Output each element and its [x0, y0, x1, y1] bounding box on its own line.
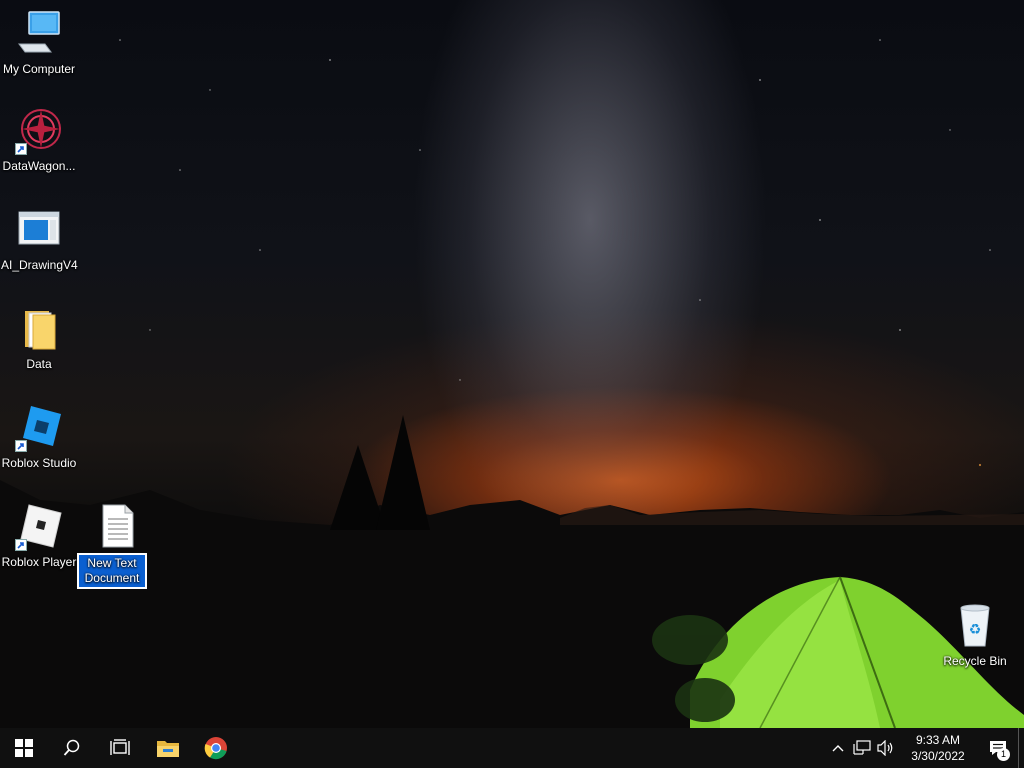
desktop-icon-ai-drawing[interactable]: AI_DrawingV4	[1, 206, 78, 273]
show-desktop-button[interactable]	[1018, 728, 1024, 768]
task-view-button[interactable]	[96, 728, 144, 768]
icon-label: Data	[26, 357, 52, 371]
desktop[interactable]: My Computer DataWagon... AI_DrawingV4 Da…	[0, 0, 1024, 728]
chrome-button[interactable]	[192, 728, 240, 768]
mountains-far	[560, 505, 1024, 525]
svg-text:♻: ♻	[969, 622, 982, 638]
icon-label: AI_DrawingV4	[1, 258, 78, 272]
desktop-icon-roblox-studio[interactable]: Roblox Studio	[1, 404, 77, 471]
shortcut-arrow-icon	[15, 143, 27, 155]
icon-label: Roblox Studio	[1, 456, 77, 470]
desktop-icon-my-computer[interactable]: My Computer	[1, 10, 77, 77]
file-explorer-button[interactable]	[144, 728, 192, 768]
speaker-icon	[877, 740, 893, 756]
icon-label: Roblox Player	[1, 555, 77, 569]
desktop-icon-datawagon[interactable]: DataWagon...	[1, 107, 77, 174]
stars	[119, 39, 991, 467]
application-window-icon	[15, 206, 63, 254]
computer-icon	[15, 10, 63, 58]
folder-icon	[15, 305, 63, 353]
text-document-icon	[93, 503, 141, 551]
desktop-icon-data-folder[interactable]: Data	[1, 305, 77, 372]
recycle-bin-icon: ♻	[951, 602, 999, 650]
clock-time: 9:33 AM	[915, 733, 961, 747]
show-hidden-icons-button[interactable]	[826, 728, 850, 768]
search-button[interactable]	[48, 728, 96, 768]
chevron-up-icon	[832, 745, 844, 752]
icon-label: DataWagon...	[2, 159, 76, 173]
icon-label-rename-field[interactable]: New Text Document	[78, 554, 146, 588]
shortcut-arrow-icon	[15, 440, 27, 452]
trees	[330, 415, 430, 530]
notification-count-badge: 1	[997, 748, 1010, 761]
datawagon-app-icon	[15, 107, 63, 155]
clock[interactable]: 9:33 AM 3/30/2022	[898, 732, 978, 764]
task-view-icon	[110, 739, 130, 755]
icon-label: My Computer	[2, 62, 76, 76]
search-icon	[63, 739, 80, 756]
volume-button[interactable]	[874, 728, 898, 768]
file-explorer-icon	[157, 741, 179, 757]
start-button[interactable]	[0, 728, 48, 768]
roblox-player-icon	[15, 503, 63, 551]
clock-date: 3/30/2022	[911, 749, 965, 763]
desktop-icon-roblox-player[interactable]: Roblox Player	[1, 503, 77, 570]
windows-start-icon	[15, 739, 33, 757]
icon-label: Recycle Bin	[943, 654, 1007, 668]
desktop-icon-recycle-bin[interactable]: ♻ Recycle Bin	[937, 602, 1013, 669]
action-center-button[interactable]: 1	[978, 728, 1018, 768]
roblox-studio-icon	[15, 404, 63, 452]
chrome-icon	[204, 737, 227, 760]
desktop-icon-new-text-document[interactable]: New Text Document	[78, 503, 155, 588]
taskbar: 9:33 AM 3/30/2022 1	[0, 728, 1024, 768]
wallpaper	[0, 39, 1024, 728]
system-tray: 9:33 AM 3/30/2022 1	[826, 728, 1024, 768]
network-icon	[853, 740, 871, 755]
shortcut-arrow-icon	[15, 539, 27, 551]
network-button[interactable]	[850, 728, 874, 768]
